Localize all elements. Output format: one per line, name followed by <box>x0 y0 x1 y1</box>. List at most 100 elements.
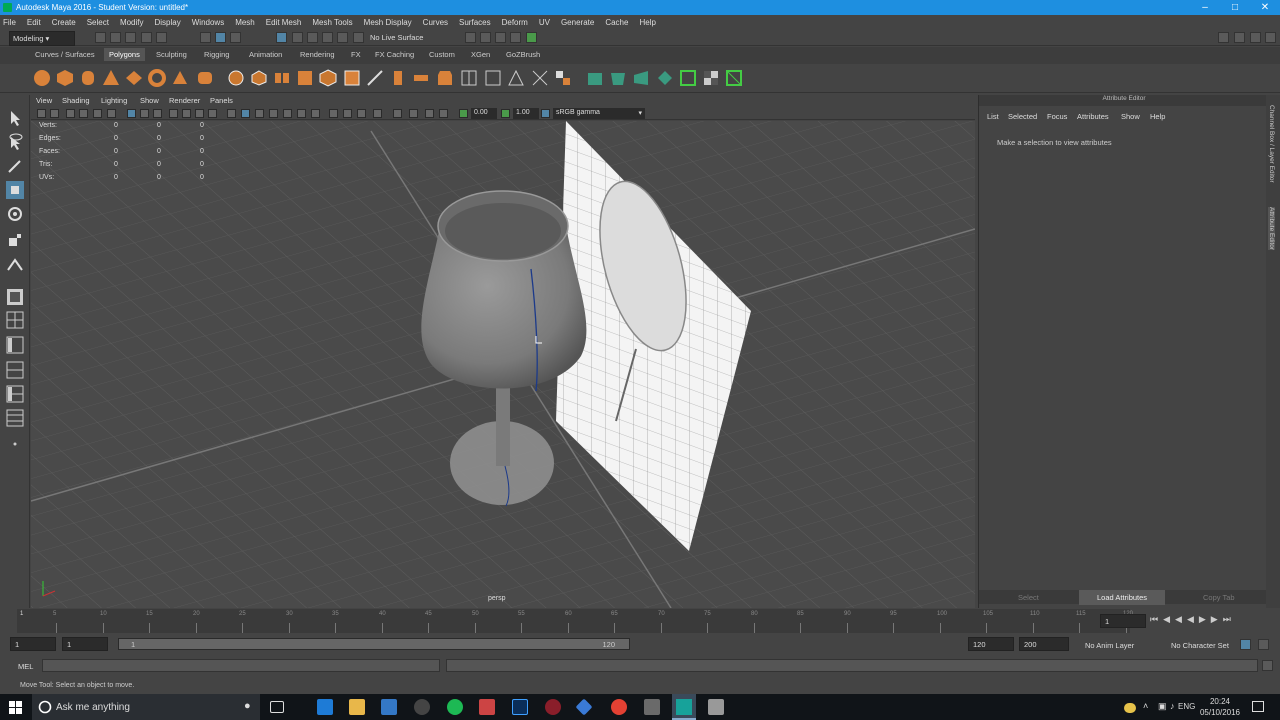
toggle-tool-settings-icon[interactable] <box>1265 32 1276 43</box>
play-forward-icon[interactable]: ▶ <box>1199 614 1206 625</box>
multi-cut-icon[interactable] <box>366 69 384 87</box>
minimize-button[interactable]: – <box>1190 0 1220 15</box>
app-icon[interactable] <box>479 699 495 715</box>
shadows-icon[interactable] <box>297 109 306 118</box>
film-gate-icon[interactable] <box>140 109 149 118</box>
snap-point-icon[interactable] <box>307 32 318 43</box>
snap-grid-icon[interactable] <box>276 32 287 43</box>
paint-select-tool-icon[interactable] <box>6 157 24 175</box>
uv-editor-icon[interactable] <box>725 69 743 87</box>
go-to-end-icon[interactable]: ⏭ <box>1223 614 1231 625</box>
insert-edge-loop-icon[interactable] <box>460 69 478 87</box>
uv-cylindrical-icon[interactable] <box>609 69 627 87</box>
chrome-icon[interactable] <box>611 699 627 715</box>
append-polygon-icon[interactable] <box>507 69 525 87</box>
snap-surface-icon[interactable] <box>337 32 348 43</box>
play-back-icon[interactable]: ◀ <box>1187 614 1194 625</box>
2d-pan-zoom-icon[interactable] <box>93 109 102 118</box>
app-icon[interactable] <box>644 699 660 715</box>
shelf-tab-rendering[interactable]: Rendering <box>300 50 335 59</box>
cortana-search-box[interactable]: Ask me anything ● <box>32 694 260 720</box>
shelf-tab-gozbrush[interactable]: GoZBrush <box>506 50 540 59</box>
xray-icon[interactable] <box>393 109 402 118</box>
textured-icon[interactable] <box>269 109 278 118</box>
menu-surfaces[interactable]: Surfaces <box>459 18 491 27</box>
scene-end-field[interactable]: 200 <box>1019 637 1069 651</box>
step-back-frame-icon[interactable]: ◀ <box>1175 614 1182 625</box>
save-scene-icon[interactable] <box>125 32 136 43</box>
menu-select[interactable]: Select <box>87 18 109 27</box>
notification-tray-icon[interactable] <box>1124 703 1136 713</box>
extract-icon[interactable] <box>273 69 291 87</box>
use-all-lights-icon[interactable] <box>283 109 292 118</box>
xray-joints-icon[interactable] <box>409 109 418 118</box>
shelf-tab-custom[interactable]: Custom <box>429 50 455 59</box>
motion-blur-icon[interactable] <box>329 109 338 118</box>
open-scene-icon[interactable] <box>110 32 121 43</box>
script-language-label[interactable]: MEL <box>18 662 33 671</box>
panel-menu-view[interactable]: View <box>36 96 52 105</box>
gamma-icon[interactable] <box>501 109 510 118</box>
hypershade-icon[interactable] <box>526 32 537 43</box>
poly-cube-icon[interactable] <box>56 69 74 87</box>
poly-cone-icon[interactable] <box>102 69 120 87</box>
hypershade-layout-icon[interactable] <box>6 385 24 403</box>
script-editor-icon[interactable] <box>1262 660 1273 671</box>
gate-mask-icon[interactable] <box>169 109 178 118</box>
menu-modify[interactable]: Modify <box>120 18 144 27</box>
maximize-button[interactable]: □ <box>1220 0 1250 15</box>
current-frame-field[interactable]: 1 <box>1100 614 1146 628</box>
edge-browser-icon[interactable] <box>317 699 333 715</box>
color-management-icon[interactable] <box>541 109 550 118</box>
redo-icon[interactable] <box>156 32 167 43</box>
task-view-icon[interactable] <box>270 701 284 713</box>
attr-menu-list[interactable]: List <box>987 112 999 121</box>
wireframe-icon[interactable] <box>227 109 236 118</box>
smooth-icon[interactable] <box>319 69 337 87</box>
preferences-icon[interactable] <box>1258 639 1269 650</box>
bridge-icon[interactable] <box>412 69 430 87</box>
menu-help[interactable]: Help <box>639 18 655 27</box>
field-chart-icon[interactable] <box>182 109 191 118</box>
target-weld-icon[interactable] <box>531 69 549 87</box>
shelf-tab-xgen[interactable]: XGen <box>471 50 490 59</box>
bookmarks-icon[interactable] <box>66 109 75 118</box>
select-object-icon[interactable] <box>215 32 226 43</box>
microphone-icon[interactable]: ● <box>244 700 251 712</box>
select-camera-icon[interactable] <box>37 109 46 118</box>
combine-icon[interactable] <box>227 69 245 87</box>
move-tool-icon[interactable] <box>6 181 24 199</box>
outliner-layout-icon[interactable] <box>6 409 24 427</box>
colorspace-dropdown[interactable]: sRGB gamma ▾ <box>553 108 645 119</box>
channel-box-tab[interactable]: Channel Box / Layer Editor <box>1268 105 1275 183</box>
render-settings-icon[interactable] <box>510 32 521 43</box>
menu-edit[interactable]: Edit <box>27 18 41 27</box>
uv-checker-icon[interactable] <box>702 69 720 87</box>
isolate-select-icon[interactable] <box>373 109 382 118</box>
depth-of-field-icon[interactable] <box>357 109 366 118</box>
menu-deform[interactable]: Deform <box>502 18 528 27</box>
anim-layer-dropdown[interactable]: No Anim Layer <box>1085 641 1134 650</box>
load-attributes-button[interactable]: Load Attributes <box>1079 590 1166 605</box>
average-vertices-icon[interactable] <box>343 69 361 87</box>
uv-automatic-icon[interactable] <box>656 69 674 87</box>
poly-sphere-icon[interactable] <box>33 69 51 87</box>
render-history-icon[interactable] <box>465 32 476 43</box>
menu-edit-mesh[interactable]: Edit Mesh <box>266 18 302 27</box>
select-component-icon[interactable] <box>230 32 241 43</box>
go-to-start-icon[interactable]: ⏮ <box>1150 614 1158 625</box>
camera-attributes-icon[interactable] <box>50 109 59 118</box>
action-center-icon[interactable] <box>1252 701 1264 712</box>
playback-start-field[interactable]: 1 <box>62 637 108 651</box>
booleans-icon[interactable] <box>296 69 314 87</box>
snap-curve-icon[interactable] <box>292 32 303 43</box>
shelf-tab-animation[interactable]: Animation <box>249 50 282 59</box>
separate-icon[interactable] <box>250 69 268 87</box>
language-indicator[interactable]: ENG <box>1178 702 1195 711</box>
workspace-icon[interactable] <box>1218 32 1229 43</box>
wireframe-on-shaded-icon[interactable] <box>255 109 264 118</box>
exposure-icon[interactable] <box>459 109 468 118</box>
attr-menu-show[interactable]: Show <box>1121 112 1140 121</box>
uv-cut-icon[interactable] <box>679 69 697 87</box>
select-button[interactable]: Select <box>1018 593 1039 602</box>
